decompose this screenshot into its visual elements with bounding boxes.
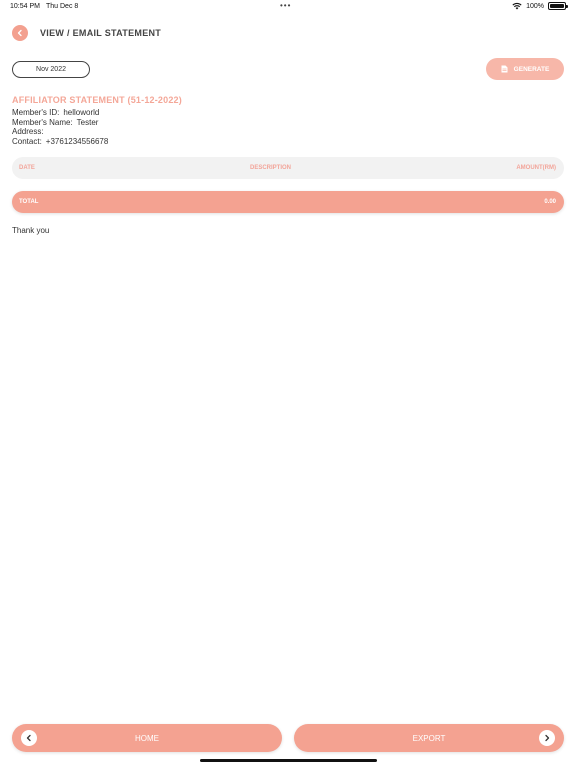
column-description: DESCRIPTION: [250, 165, 292, 171]
total-row: TOTAL 0.00: [12, 191, 564, 213]
total-value: 0.00: [544, 199, 556, 205]
page-title: VIEW / EMAIL STATEMENT: [40, 28, 162, 38]
back-button[interactable]: [12, 25, 28, 41]
member-id-label: Member's ID:: [12, 108, 60, 117]
export-circle: [539, 730, 555, 746]
chevron-left-icon: [17, 29, 22, 37]
thank-you-text: Thank you: [12, 226, 50, 235]
home-circle: [21, 730, 37, 746]
column-date: DATE: [19, 165, 35, 171]
address-label: Address:: [12, 127, 44, 136]
member-info: Member's ID: helloworld Member's Name: Tes…: [12, 108, 108, 146]
total-label: TOTAL: [19, 199, 39, 205]
member-name-row: Member's Name: Tester: [12, 118, 108, 128]
status-bar: 10:54 PM Thu Dec 8 ••• 100%: [0, 0, 576, 14]
chevron-left-icon: [26, 734, 31, 742]
home-label: HOME: [135, 733, 159, 743]
member-name-label: Member's Name:: [12, 117, 73, 127]
battery-icon: [548, 2, 568, 10]
member-id-row: Member's ID: helloworld: [12, 108, 108, 118]
month-selector[interactable]: Nov 2022: [12, 61, 90, 78]
column-amount: AMOUNT(RM): [516, 165, 556, 171]
multitask-dots[interactable]: •••: [280, 1, 291, 10]
chevron-right-icon: [545, 734, 550, 742]
home-button[interactable]: HOME: [12, 724, 282, 752]
member-name-value: Tester: [76, 117, 99, 127]
home-indicator[interactable]: [200, 759, 377, 762]
status-time: 10:54 PM: [10, 3, 40, 10]
contact-value: +3761234556678: [45, 136, 109, 146]
statement-title: AFFILIATOR STATEMENT (51-12-2022): [12, 95, 182, 105]
generate-button[interactable]: GENERATE: [486, 58, 564, 80]
generate-label: GENERATE: [513, 65, 550, 73]
document-icon: [501, 65, 508, 73]
status-right: 100%: [512, 2, 568, 10]
contact-label: Contact:: [12, 136, 42, 146]
export-label: EXPORT: [412, 733, 446, 743]
header: VIEW / EMAIL STATEMENT: [12, 25, 161, 41]
address-row: Address:: [12, 127, 108, 137]
contact-row: Contact: +3761234556678: [12, 137, 108, 147]
battery-percent: 100%: [526, 2, 544, 10]
member-id-value: helloworld: [63, 108, 100, 117]
export-button[interactable]: EXPORT: [294, 724, 564, 752]
table-header: DATE DESCRIPTION AMOUNT(RM): [12, 157, 564, 179]
status-date: Thu Dec 8: [46, 3, 79, 10]
wifi-icon: [512, 2, 522, 10]
